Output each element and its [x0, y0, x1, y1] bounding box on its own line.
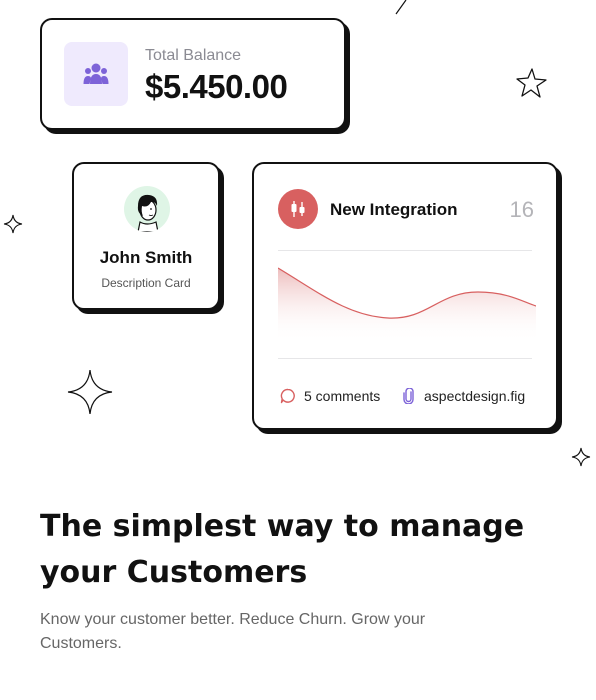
- hero-subtext: Know your customer better. Reduce Churn.…: [40, 611, 426, 652]
- integration-count: 16: [509, 197, 534, 222]
- comment-bubble-icon: [280, 388, 295, 404]
- attachment-link[interactable]: aspectdesign.fig: [402, 388, 525, 404]
- profile-name: John Smith: [99, 248, 193, 267]
- profile-card[interactable]: John Smith Description Card: [72, 162, 220, 310]
- profile-description: Description Card: [101, 276, 191, 290]
- hero-headline-line1: The simplest way to manage: [40, 509, 525, 544]
- small-sparkle-left-icon: [3, 214, 23, 234]
- line-sparkle-top: [395, 0, 407, 15]
- hero-headline: The simplest way to manage your Customer…: [40, 504, 560, 596]
- divider: [278, 358, 532, 359]
- avatar: [124, 186, 170, 232]
- integration-card[interactable]: New Integration 16 5 comments aspectdesi…: [252, 162, 558, 430]
- total-balance-card[interactable]: Total Balance $5.450.00: [40, 18, 346, 130]
- total-balance-value: $5.450.00: [145, 68, 288, 105]
- paperclip-icon: [403, 388, 414, 404]
- hero-headline-line2: your Customers: [40, 555, 308, 590]
- star-outline-icon: [516, 68, 547, 98]
- small-sparkle-right-icon: [571, 447, 591, 467]
- comments-link[interactable]: 5 comments: [280, 388, 380, 404]
- large-sparkle-icon: [67, 369, 113, 415]
- divider: [278, 250, 532, 251]
- users-icon: [64, 42, 128, 106]
- trend-wave-chart: [278, 267, 536, 342]
- candlestick-icon: [278, 189, 318, 229]
- attachment-filename: aspectdesign.fig: [424, 388, 526, 404]
- total-balance-label: Total Balance: [145, 47, 242, 64]
- integration-title: New Integration: [330, 200, 458, 219]
- comments-count: 5 comments: [304, 388, 381, 404]
